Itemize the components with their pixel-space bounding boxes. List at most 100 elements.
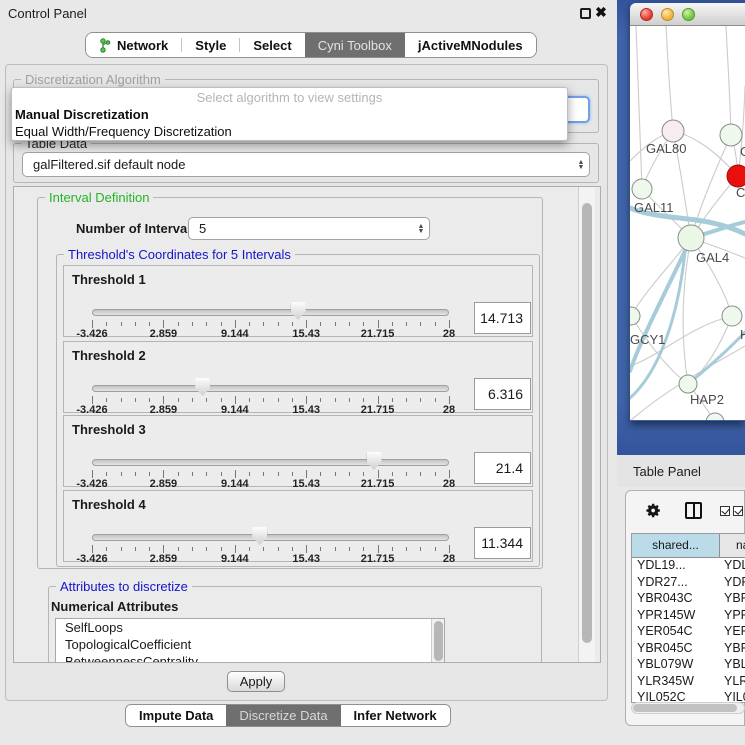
- cell-name[interactable]: YDR2: [720, 575, 745, 592]
- threshold-slider-handle[interactable]: [367, 452, 382, 470]
- close-icon[interactable]: ✖: [593, 4, 609, 21]
- tab-network[interactable]: Network: [86, 33, 181, 57]
- cell-name[interactable]: YPR1: [720, 608, 745, 625]
- table-row[interactable]: YBR043CYBR0: [632, 591, 745, 608]
- threshold-slider-track[interactable]: [92, 534, 449, 541]
- network-window-frame: GAL80GCGAL11GAL4GCY1HHAP2: [617, 0, 745, 455]
- network-canvas[interactable]: GAL80GCGAL11GAL4GCY1HHAP2: [630, 26, 745, 420]
- table-horizontal-scrollbar-thumb[interactable]: [633, 704, 737, 712]
- minimize-traffic-light-icon[interactable]: [661, 8, 674, 21]
- network-node-label: GAL80: [646, 141, 686, 156]
- close-traffic-light-icon[interactable]: [640, 8, 653, 21]
- network-edge: [726, 26, 731, 135]
- table-horizontal-scrollbar[interactable]: [631, 702, 745, 714]
- cell-shared-name[interactable]: YLR345W: [632, 674, 720, 691]
- network-node-gcy1[interactable]: [630, 307, 640, 325]
- attribute-list-item[interactable]: BetweennessCentrality: [56, 653, 444, 663]
- combo-spinner-icon[interactable]: ▲▼: [413, 224, 429, 234]
- threshold-slider-track[interactable]: [92, 459, 449, 466]
- checkbox-icon[interactable]: [720, 506, 730, 516]
- table-data-value: galFiltered.sif default node: [23, 157, 573, 172]
- tab-style[interactable]: Style: [182, 33, 239, 57]
- cell-name[interactable]: YBR0: [720, 591, 745, 608]
- attributes-group: Attributes to discretize Numerical Attri…: [48, 586, 542, 663]
- network-window-titlebar[interactable]: [630, 3, 745, 26]
- cell-shared-name[interactable]: YDL19...: [632, 558, 720, 575]
- tab-cyni-toolbox[interactable]: Cyni Toolbox: [305, 33, 405, 57]
- cell-shared-name[interactable]: YBL079W: [632, 657, 720, 674]
- checkbox-icon[interactable]: [733, 506, 743, 516]
- cell-shared-name[interactable]: YPR145W: [632, 608, 720, 625]
- column-header-name[interactable]: na: [720, 534, 745, 557]
- threshold-slider-track[interactable]: [92, 385, 449, 392]
- float-window-icon[interactable]: [580, 8, 591, 19]
- threshold-value-field[interactable]: 6.316: [474, 378, 531, 410]
- number-of-intervals-combobox[interactable]: 5 ▲▼: [188, 217, 430, 240]
- numerical-attributes-list[interactable]: SelfLoopsTopologicalCoefficientBetweenne…: [55, 618, 445, 663]
- attribute-list-item[interactable]: SelfLoops: [56, 619, 444, 636]
- table-row[interactable]: YDR27...YDR2: [632, 575, 745, 592]
- table-row[interactable]: YER054CYER0: [632, 624, 745, 641]
- algorithm-option-manual[interactable]: Manual Discretization: [15, 107, 149, 122]
- threshold-slider-handle[interactable]: [195, 378, 210, 396]
- table-data-combobox[interactable]: galFiltered.sif default node ▲▼: [22, 152, 590, 177]
- cell-name[interactable]: YLR3: [720, 674, 745, 691]
- apply-button[interactable]: Apply: [227, 671, 285, 692]
- attributes-scrollbar-thumb[interactable]: [434, 621, 443, 661]
- gear-icon[interactable]: [645, 502, 662, 519]
- zoom-traffic-light-icon[interactable]: [682, 8, 695, 21]
- tab-impute-data[interactable]: Impute Data: [126, 705, 226, 726]
- network-node-gal4[interactable]: [678, 225, 704, 251]
- network-graph[interactable]: GAL80GCGAL11GAL4GCY1HHAP2: [630, 26, 745, 420]
- table-row[interactable]: YBL079WYBL0: [632, 657, 745, 674]
- threshold-value-field[interactable]: 11.344: [474, 527, 531, 559]
- network-node[interactable]: [706, 413, 724, 420]
- vertical-scrollbar[interactable]: [578, 187, 595, 662]
- table-row[interactable]: YDL19...YDL1: [632, 558, 745, 575]
- table-row[interactable]: YBR045CYBR0: [632, 641, 745, 658]
- threshold-slider-track[interactable]: [92, 309, 449, 316]
- network-node-label: GAL11: [634, 200, 674, 215]
- algorithm-option-equal-width[interactable]: Equal Width/Frequency Discretization: [15, 124, 232, 139]
- tab-discretize-data[interactable]: Discretize Data: [226, 705, 340, 726]
- attributes-scrollbar[interactable]: [431, 619, 444, 663]
- cell-name[interactable]: YER0: [720, 624, 745, 641]
- network-node-h[interactable]: [722, 306, 742, 326]
- cell-name[interactable]: YBL0: [720, 657, 745, 674]
- threshold-value-field[interactable]: 21.4: [474, 452, 531, 484]
- tab-infer-network[interactable]: Infer Network: [341, 705, 450, 726]
- tab-label: jActiveMNodules: [418, 38, 523, 53]
- tab-jactivemnodules[interactable]: jActiveMNodules: [405, 33, 536, 57]
- network-node-gal80[interactable]: [662, 120, 684, 142]
- table-row[interactable]: YLR345WYLR3: [632, 674, 745, 691]
- cell-name[interactable]: YBR0: [720, 641, 745, 658]
- combo-spinner-icon[interactable]: ▲▼: [573, 160, 589, 170]
- threshold-slider-handle[interactable]: [291, 302, 306, 320]
- network-node-c[interactable]: [727, 165, 745, 187]
- tab-select[interactable]: Select: [240, 33, 304, 57]
- settings-scroll-panel: Interval Definition Number of Intervals …: [13, 186, 601, 663]
- tab-label: Cyni Toolbox: [318, 38, 392, 53]
- threshold-value-field[interactable]: 14.713: [474, 302, 531, 334]
- threshold-label: Threshold 2: [72, 348, 146, 363]
- network-node-g[interactable]: [720, 124, 742, 146]
- slider-axis-labels: -3.4262.8599.14415.4321.71528: [92, 478, 449, 490]
- cell-shared-name[interactable]: YER054C: [632, 624, 720, 641]
- threshold-slider-handle[interactable]: [252, 527, 267, 545]
- table-panel-title: Table Panel: [633, 464, 701, 479]
- network-node-gal11[interactable]: [632, 179, 652, 199]
- cell-shared-name[interactable]: YBR043C: [632, 591, 720, 608]
- cell-shared-name[interactable]: YDR27...: [632, 575, 720, 592]
- number-of-intervals-value: 5: [189, 221, 413, 236]
- vertical-scrollbar-thumb[interactable]: [582, 203, 592, 643]
- attribute-list-item[interactable]: TopologicalCoefficient: [56, 636, 444, 653]
- network-node-hap2[interactable]: [679, 375, 697, 393]
- number-of-intervals-label: Number of Intervals: [76, 221, 198, 236]
- column-header-shared-name[interactable]: shared...: [632, 534, 720, 557]
- split-columns-icon[interactable]: [685, 502, 702, 519]
- tab-label: Select: [253, 38, 291, 53]
- cell-shared-name[interactable]: YBR045C: [632, 641, 720, 658]
- cell-name[interactable]: YDL1: [720, 558, 745, 575]
- network-edge-highlighted: [630, 252, 685, 398]
- table-row[interactable]: YPR145WYPR1: [632, 608, 745, 625]
